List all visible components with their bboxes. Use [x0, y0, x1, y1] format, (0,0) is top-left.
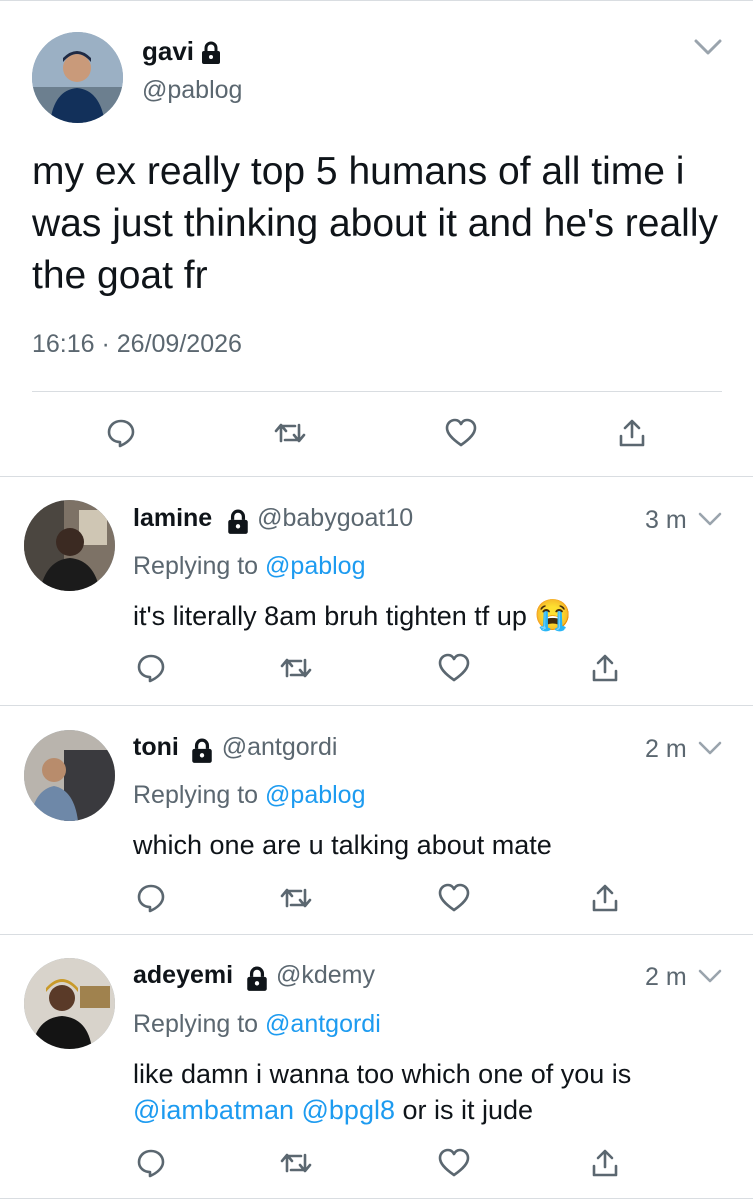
reply-header: lamine @babygoat10: [133, 504, 413, 535]
avatar-image: [24, 500, 115, 591]
avatar[interactable]: [32, 32, 123, 123]
lock-icon: [227, 509, 248, 534]
replying-to-label: Replying to: [133, 1010, 259, 1038]
share-icon: [592, 654, 618, 682]
replying-to-label: Replying to: [133, 552, 259, 580]
reply-text-line-2: @iambatman @bpgl8 or is it jude: [133, 1093, 533, 1128]
section-divider: [0, 934, 753, 935]
avatar-image: [24, 958, 115, 1049]
reply-author-handle[interactable]: @antgordi: [222, 733, 338, 761]
reply-author-name[interactable]: lamine: [133, 504, 212, 532]
like-button[interactable]: [434, 648, 474, 688]
action-divider: [32, 391, 722, 392]
reply-button[interactable]: [131, 1143, 171, 1183]
share-icon: [619, 419, 645, 447]
retweet-button[interactable]: [276, 648, 316, 688]
share-button[interactable]: [612, 413, 652, 453]
replying-to: Replying to @pablog: [133, 552, 365, 581]
like-button[interactable]: [434, 878, 474, 918]
retweet-button[interactable]: [270, 413, 310, 453]
replying-to-mention[interactable]: @pablog: [265, 552, 365, 580]
reply-icon: [137, 884, 165, 913]
reply-time[interactable]: 3 m: [645, 506, 687, 535]
reply-button[interactable]: [131, 878, 171, 918]
replying-to-mention[interactable]: @antgordi: [265, 1010, 381, 1038]
replying-to: Replying to @antgordi: [133, 1010, 381, 1039]
bottom-divider: [0, 1198, 753, 1199]
share-button[interactable]: [585, 878, 625, 918]
mention-iambatman[interactable]: @iambatman: [133, 1095, 294, 1125]
like-button[interactable]: [434, 1143, 474, 1183]
chevron-down-icon[interactable]: [694, 38, 722, 56]
reply-button[interactable]: [101, 413, 141, 453]
author-handle[interactable]: @pablog: [142, 76, 242, 105]
reply-text-row: it's literally 8am bruh tighten tf up 😭: [133, 598, 572, 634]
lock-icon: [202, 41, 221, 65]
crying-emoji: 😭: [534, 599, 572, 632]
reply-text: it's literally 8am bruh tighten tf up: [133, 601, 527, 631]
replying-to-mention[interactable]: @pablog: [265, 781, 365, 809]
reply-author-name[interactable]: toni: [133, 733, 179, 761]
chevron-down-icon[interactable]: [698, 740, 722, 756]
share-button[interactable]: [585, 648, 625, 688]
share-icon: [592, 1149, 618, 1177]
top-divider: [0, 0, 753, 1]
chevron-down-icon[interactable]: [698, 968, 722, 984]
replying-to-label: Replying to: [133, 781, 259, 809]
reply-time[interactable]: 2 m: [645, 735, 687, 764]
share-icon: [592, 884, 618, 912]
like-icon: [438, 1148, 470, 1177]
reply-header: toni @antgordi: [133, 733, 337, 764]
like-button[interactable]: [441, 413, 481, 453]
tweet-timestamp[interactable]: 16:16 · 26/09/2026: [32, 330, 242, 359]
replying-to: Replying to @pablog: [133, 781, 365, 810]
avatar-image: [24, 730, 115, 821]
reply-author-name[interactable]: adeyemi: [133, 961, 233, 989]
lock-icon: [192, 738, 213, 763]
retweet-icon: [274, 423, 306, 443]
reply-button[interactable]: [131, 648, 171, 688]
chevron-down-icon[interactable]: [698, 511, 722, 527]
retweet-button[interactable]: [276, 1143, 316, 1183]
lock-icon: [246, 966, 267, 991]
like-icon: [445, 418, 477, 447]
avatar[interactable]: [24, 958, 115, 1049]
avatar-image: [32, 32, 123, 123]
share-button[interactable]: [585, 1143, 625, 1183]
retweet-icon: [280, 888, 312, 908]
reply-icon: [137, 654, 165, 683]
mention-bpgl8[interactable]: @bpgl8: [302, 1095, 395, 1125]
like-icon: [438, 653, 470, 682]
retweet-button[interactable]: [276, 878, 316, 918]
reply-text: which one are u talking about mate: [133, 830, 552, 860]
section-divider: [0, 476, 753, 477]
avatar[interactable]: [24, 500, 115, 591]
retweet-icon: [280, 1153, 312, 1173]
reply-icon: [137, 1149, 165, 1178]
author-name[interactable]: gavi: [142, 36, 194, 66]
like-icon: [438, 883, 470, 912]
reply-author-handle[interactable]: @babygoat10: [257, 504, 413, 532]
reply-author-handle[interactable]: @kdemy: [276, 961, 375, 989]
reply-time[interactable]: 2 m: [645, 963, 687, 992]
reply-text-tail: or is it jude: [402, 1095, 534, 1125]
tweet-text: my ex really top 5 humans of all time i …: [32, 150, 719, 297]
reply-header: adeyemi @kdemy: [133, 961, 375, 992]
avatar[interactable]: [24, 730, 115, 821]
author-name-row[interactable]: gavi: [142, 36, 221, 67]
reply-icon: [107, 419, 135, 448]
section-divider: [0, 705, 753, 706]
retweet-icon: [280, 658, 312, 678]
reply-text-line-1: like damn i wanna too which one of you i…: [133, 1059, 632, 1089]
